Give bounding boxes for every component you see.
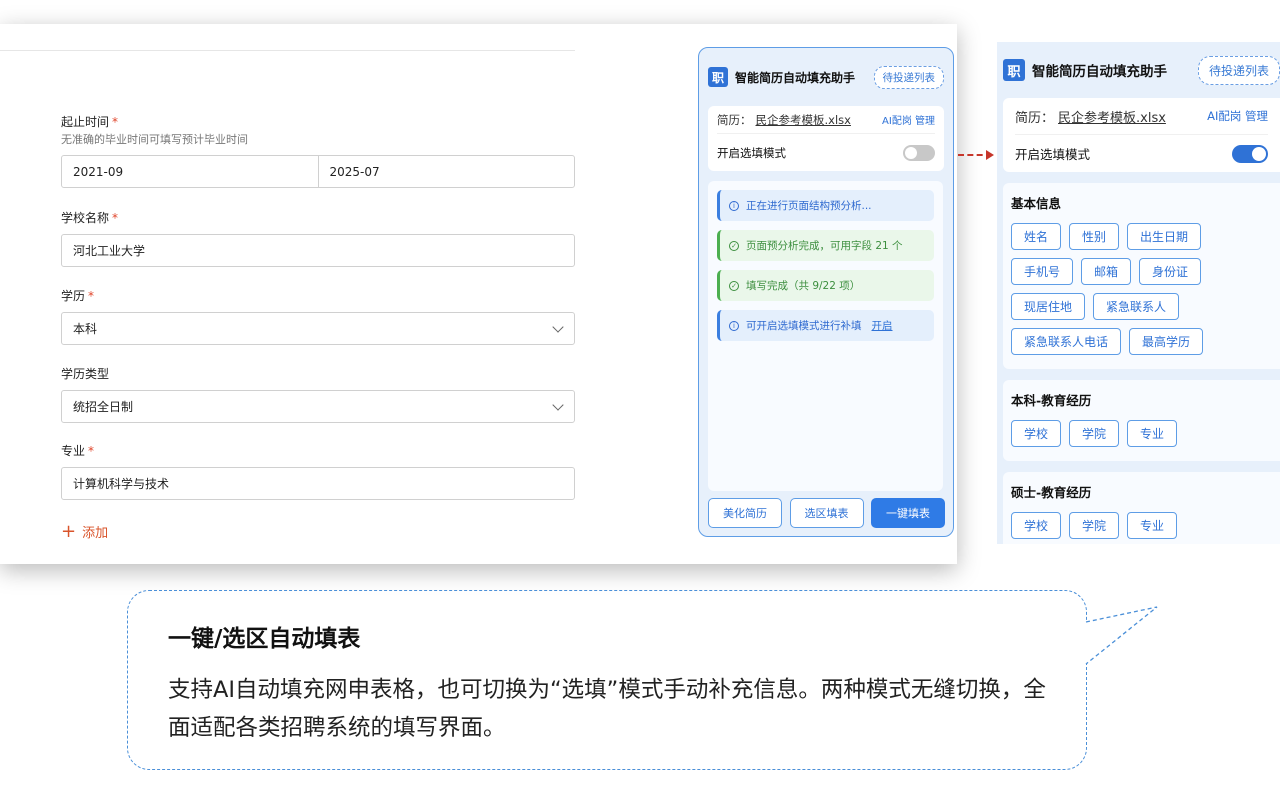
group-title: 硕士-教育经历: [1011, 485, 1092, 500]
field-chip[interactable]: 邮箱: [1081, 258, 1132, 285]
resume-card: 简历： 民企参考模板.xlsx AI配岗 管理 开启选填模式: [708, 106, 944, 171]
arrow-right-icon: [958, 150, 994, 160]
mode-row: 开启选填模式: [1015, 134, 1268, 172]
major-field: 专业 * 计算机科学与技术: [61, 443, 575, 500]
chip-list: 学校 学院 专业: [1011, 512, 1272, 544]
plus-icon: +: [61, 520, 77, 542]
field-chip[interactable]: 最高学历: [1129, 328, 1204, 355]
date-range: 2021-09 2025-07: [61, 147, 575, 188]
field-chip[interactable]: 性别: [1069, 223, 1120, 250]
degree-type-field: 学历类型 统招全日制: [61, 366, 575, 423]
degree-select[interactable]: 本科: [61, 312, 575, 345]
mode-toggle[interactable]: [903, 144, 935, 161]
field-chip[interactable]: 姓名: [1011, 223, 1062, 250]
resume-row: 简历： 民企参考模板.xlsx AI配岗 管理: [717, 106, 935, 133]
date-hint: 无准确的毕业时间可填写预计毕业时间: [61, 133, 248, 146]
resume-file-link[interactable]: 民企参考模板.xlsx: [1058, 107, 1207, 126]
resume-label: 简历：: [1015, 110, 1055, 126]
select-fill-button[interactable]: 选区填表: [789, 498, 864, 528]
date-field: 起止时间 * 无准确的毕业时间可填写预计毕业时间 2021-09 2025-07: [61, 114, 575, 188]
resume-actions[interactable]: AI配岗 管理: [882, 112, 935, 127]
log-item: ✓ 填写完成（共 9/22 项）: [717, 270, 934, 301]
field-chip[interactable]: 学校: [1011, 420, 1062, 447]
start-date-input[interactable]: 2021-09: [61, 155, 319, 188]
field-chip[interactable]: 学院: [1069, 420, 1120, 447]
school-field: 学校名称 * 河北工业大学: [61, 210, 575, 267]
field-chip[interactable]: 学校: [1011, 512, 1062, 539]
field-group-basic: 基本信息 姓名 性别 出生日期 手机号 邮箱 身份证 现居住地 紧急联系人 紧急…: [1003, 183, 1280, 369]
field-group-master: 硕士-教育经历 学校 学院 专业: [1003, 472, 1280, 544]
panel-title: 智能简历自动填充助手: [1032, 64, 1167, 80]
degree-label: 学历 *: [61, 289, 95, 303]
resume-file-link[interactable]: 民企参考模板.xlsx: [756, 112, 883, 128]
resume-label: 简历：: [717, 112, 752, 127]
mode-label: 开启选填模式: [717, 145, 786, 160]
school-label: 学校名称 *: [61, 211, 119, 225]
add-button[interactable]: + 添加: [61, 522, 108, 541]
log-item: i 可开启选填模式进行补填 开启: [717, 310, 934, 341]
logo-icon: 职: [708, 67, 728, 87]
resume-row: 简历： 民企参考模板.xlsx AI配岗 管理: [1015, 98, 1268, 134]
chevron-down-icon: [552, 321, 564, 333]
chip-list: 学校 学院 专业: [1011, 420, 1272, 455]
panel-header: 职 智能简历自动填充助手 待投递列表: [699, 48, 953, 106]
date-label: 起止时间 *: [61, 115, 119, 129]
log-text: 填写完成（共 9/22 项）: [746, 280, 861, 292]
degree-type-select[interactable]: 统招全日制: [61, 390, 575, 423]
pending-list-button[interactable]: 待投递列表: [1197, 55, 1280, 85]
field-chip[interactable]: 手机号: [1011, 258, 1074, 285]
group-title: 本科-教育经历: [1011, 393, 1092, 408]
pending-list-button[interactable]: 待投递列表: [873, 65, 944, 89]
field-chip[interactable]: 紧急联系人: [1093, 293, 1180, 320]
assistant-panel-expanded: 职 智能简历自动填充助手 待投递列表 简历： 民企参考模板.xlsx AI配岗 …: [997, 42, 1280, 544]
divider: [0, 50, 575, 51]
resume-card: 简历： 民企参考模板.xlsx AI配岗 管理 开启选填模式: [1003, 98, 1280, 172]
page: 起止时间 * 无准确的毕业时间可填写预计毕业时间 2021-09 2025-07 …: [0, 0, 1280, 800]
callout-body: 支持AI自动填充网申表格，也可切换为“选填”模式手动补充信息。两种模式无缝切换，…: [168, 677, 1046, 741]
log-text: 正在进行页面结构预分析...: [746, 200, 872, 212]
enable-link[interactable]: 开启: [872, 318, 893, 333]
mode-toggle[interactable]: [1232, 144, 1268, 163]
field-chip[interactable]: 身份证: [1139, 258, 1202, 285]
log-text: 可开启选填模式进行补填: [746, 320, 862, 332]
chevron-down-icon: [552, 399, 564, 411]
major-label: 专业 *: [61, 444, 95, 458]
school-input[interactable]: 河北工业大学: [61, 234, 575, 267]
major-input[interactable]: 计算机科学与技术: [61, 467, 575, 500]
log-text: 页面预分析完成，可用字段 21 个: [746, 240, 903, 252]
info-icon: i: [729, 200, 739, 211]
log-item: i 正在进行页面结构预分析...: [717, 190, 934, 221]
group-title: 基本信息: [1011, 196, 1062, 211]
one-click-fill-button[interactable]: 一键填表: [871, 498, 945, 528]
info-icon: i: [729, 320, 739, 331]
assistant-panel: 职 智能简历自动填充助手 待投递列表 简历： 民企参考模板.xlsx AI配岗 …: [698, 47, 954, 537]
field-chip[interactable]: 专业: [1127, 512, 1178, 539]
callout-tail: [1085, 606, 1158, 665]
check-icon: ✓: [729, 240, 739, 251]
panel-header: 职 智能简历自动填充助手 待投递列表: [997, 42, 1280, 98]
degree-type-label: 学历类型: [61, 367, 110, 381]
field-chip[interactable]: 紧急联系人电话: [1011, 328, 1122, 355]
field-chip[interactable]: 出生日期: [1127, 223, 1202, 250]
end-date-input[interactable]: 2025-07: [317, 155, 575, 188]
feature-callout: 一键/选区自动填表 支持AI自动填充网申表格，也可切换为“选填”模式手动补充信息…: [127, 590, 1087, 770]
add-label: 添加: [82, 526, 109, 541]
panel-buttons: 美化简历 选区填表 一键填表: [708, 498, 945, 528]
field-chip[interactable]: 现居住地: [1011, 293, 1086, 320]
panel-title: 智能简历自动填充助手: [735, 70, 856, 85]
field-group-bachelor: 本科-教育经历 学校 学院 专业: [1003, 380, 1280, 461]
mode-label: 开启选填模式: [1015, 147, 1091, 162]
beautify-resume-button[interactable]: 美化简历: [708, 498, 782, 528]
chip-list: 姓名 性别 出生日期 手机号 邮箱 身份证 现居住地 紧急联系人 紧急联系人电话…: [1011, 223, 1272, 363]
field-chip[interactable]: 学院: [1069, 512, 1120, 539]
field-chip[interactable]: 专业: [1127, 420, 1178, 447]
log-area: i 正在进行页面结构预分析... ✓ 页面预分析完成，可用字段 21 个 ✓ 填写完成…: [708, 181, 943, 491]
degree-field: 学历 * 本科: [61, 288, 575, 345]
check-icon: ✓: [729, 280, 739, 291]
logo-icon: 职: [1003, 59, 1025, 81]
callout-title: 一键/选区自动填表: [168, 626, 361, 652]
log-item: ✓ 页面预分析完成，可用字段 21 个: [717, 230, 934, 261]
mode-row: 开启选填模式: [717, 133, 935, 171]
resume-actions[interactable]: AI配岗 管理: [1207, 108, 1268, 124]
